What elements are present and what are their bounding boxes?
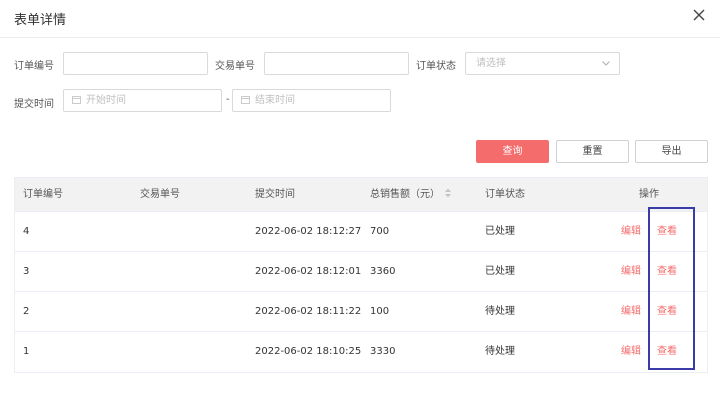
col-total-sales[interactable]: 总销售额（元）: [370, 178, 452, 211]
cell-submit-time: 2022-06-02 18:10:25: [255, 346, 362, 357]
cell-total-sales: 3330: [370, 346, 396, 357]
start-date-input[interactable]: 开始时间: [63, 89, 222, 112]
cell-total-sales: 100: [370, 306, 390, 317]
cell-submit-time: 2022-06-02 18:12:01: [255, 266, 362, 277]
view-link[interactable]: 查看: [657, 252, 677, 292]
cell-order-no: 2: [23, 306, 30, 317]
end-date-input[interactable]: 结束时间: [232, 89, 391, 112]
start-date-placeholder: 开始时间: [86, 95, 126, 106]
trade-no-label: 交易单号: [215, 61, 255, 72]
col-submit-time: 提交时间: [255, 189, 295, 200]
table-row: 2 2022-06-02 18:11:22 100 待处理 编辑 查看: [15, 291, 707, 331]
view-link[interactable]: 查看: [657, 332, 677, 372]
cell-status: 待处理: [485, 346, 515, 357]
col-status: 订单状态: [485, 189, 525, 200]
cell-status: 待处理: [485, 306, 515, 317]
sort-icon[interactable]: [444, 188, 452, 198]
cell-status: 已处理: [485, 226, 515, 237]
cell-total-sales: 700: [370, 226, 390, 237]
order-no-label: 订单编号: [14, 61, 54, 72]
trade-no-input[interactable]: [264, 52, 409, 75]
status-label: 订单状态: [416, 61, 456, 72]
close-icon[interactable]: [692, 8, 706, 22]
end-date-placeholder: 结束时间: [255, 95, 295, 106]
order-no-input[interactable]: [63, 52, 208, 75]
cell-total-sales: 3360: [370, 266, 396, 277]
col-total-sales-label: 总销售额（元）: [370, 189, 440, 200]
cell-submit-time: 2022-06-02 18:11:22: [255, 306, 362, 317]
export-button[interactable]: 导出: [635, 140, 708, 163]
view-link[interactable]: 查看: [657, 292, 677, 332]
query-button[interactable]: 查询: [476, 140, 549, 163]
edit-link[interactable]: 编辑: [621, 292, 641, 332]
chevron-down-icon: [602, 61, 610, 66]
col-ops: 操作: [639, 189, 659, 200]
cell-submit-time: 2022-06-02 18:12:27: [255, 226, 362, 237]
table-header: 订单编号 交易单号 提交时间 总销售额（元） 订单状态 操作: [15, 178, 707, 211]
table-row: 4 2022-06-02 18:12:27 700 已处理 编辑 查看: [15, 211, 707, 251]
header-divider: [0, 37, 720, 38]
status-select-placeholder: 请选择: [476, 58, 506, 69]
cell-order-no: 3: [23, 266, 30, 277]
submit-time-label: 提交时间: [14, 99, 54, 110]
table-row: 1 2022-06-02 18:10:25 3330 待处理 编辑 查看: [15, 331, 707, 371]
cell-order-no: 4: [23, 226, 30, 237]
view-link[interactable]: 查看: [657, 212, 677, 252]
calendar-icon: [241, 96, 250, 104]
status-select[interactable]: 请选择: [465, 52, 620, 75]
edit-link[interactable]: 编辑: [621, 252, 641, 292]
edit-link[interactable]: 编辑: [621, 212, 641, 252]
range-separator: -: [226, 94, 230, 105]
col-order-no: 订单编号: [23, 189, 63, 200]
col-trade-no: 交易单号: [140, 189, 180, 200]
table-row: 3 2022-06-02 18:12:01 3360 已处理 编辑 查看: [15, 251, 707, 291]
cell-status: 已处理: [485, 266, 515, 277]
edit-link[interactable]: 编辑: [621, 332, 641, 372]
dialog-title: 表单详情: [14, 13, 67, 28]
calendar-icon: [72, 96, 81, 104]
cell-order-no: 1: [23, 346, 30, 357]
orders-table: 订单编号 交易单号 提交时间 总销售额（元） 订单状态 操作 4 2022-06…: [14, 177, 708, 373]
reset-button[interactable]: 重置: [556, 140, 629, 163]
